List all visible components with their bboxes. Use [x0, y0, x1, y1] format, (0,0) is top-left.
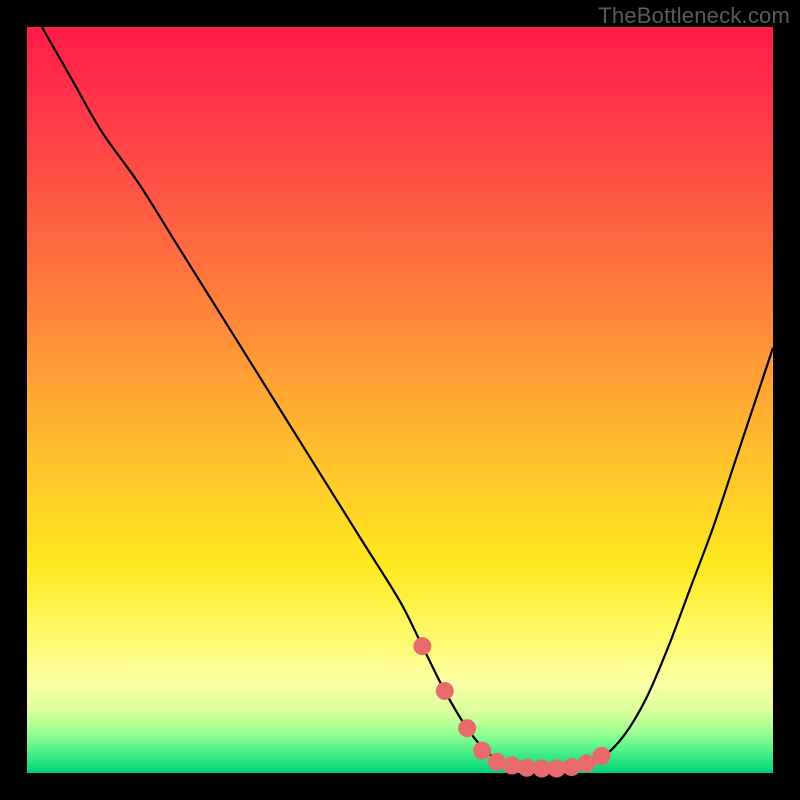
valley-marker: [436, 682, 454, 700]
valley-marker: [592, 747, 610, 765]
chart-frame: TheBottleneck.com: [0, 0, 800, 800]
watermark-text: TheBottleneck.com: [598, 3, 790, 29]
valley-marker-group: [413, 637, 610, 777]
valley-marker: [473, 742, 491, 760]
valley-marker: [413, 637, 431, 655]
chart-svg: [27, 27, 773, 773]
bottleneck-curve: [42, 27, 773, 770]
plot-area: [27, 27, 773, 773]
valley-marker: [458, 719, 476, 737]
